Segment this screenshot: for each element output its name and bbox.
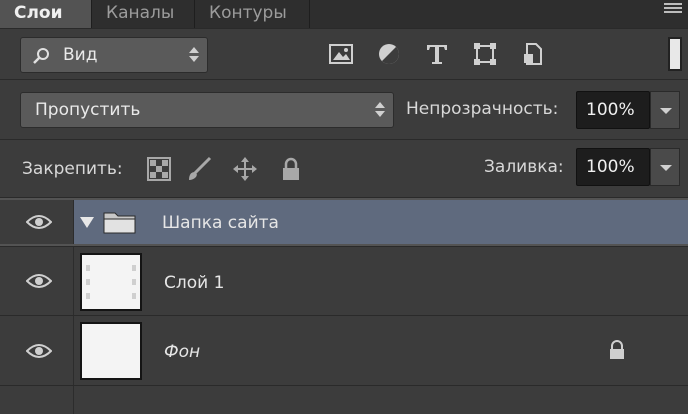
visibility-cell[interactable] bbox=[0, 247, 74, 315]
fill-input[interactable]: 100% bbox=[576, 148, 650, 186]
adjustment-filter-icon[interactable] bbox=[376, 41, 402, 67]
blend-mode-value: Пропустить bbox=[35, 100, 141, 120]
eye-icon[interactable] bbox=[26, 272, 52, 290]
layer-row-background[interactable]: Фон bbox=[0, 316, 688, 386]
panel-menu-icon[interactable] bbox=[664, 3, 682, 17]
opacity-dropdown-button[interactable] bbox=[650, 91, 680, 129]
layer-row[interactable]: Слой 1 bbox=[0, 246, 688, 316]
smart-object-filter-icon[interactable] bbox=[520, 41, 546, 67]
visibility-cell[interactable] bbox=[0, 316, 74, 385]
chevron-down-icon bbox=[660, 108, 672, 114]
image-filter-icon[interactable] bbox=[328, 41, 354, 67]
lock-icon bbox=[610, 340, 624, 359]
layer-group-body[interactable]: Шапка сайта bbox=[74, 200, 688, 244]
filter-kind-label: Вид bbox=[63, 45, 98, 65]
layer-name: Слой 1 bbox=[164, 273, 225, 293]
blend-row: Пропустить Непрозрачность: 100% bbox=[0, 80, 688, 140]
fill-dropdown-button[interactable] bbox=[650, 148, 680, 186]
tab-channels[interactable]: Каналы bbox=[92, 0, 195, 28]
visibility-cell[interactable] bbox=[0, 200, 74, 244]
shape-filter-icon[interactable] bbox=[472, 41, 498, 67]
filter-kind-select[interactable]: Вид bbox=[20, 37, 208, 73]
folder-icon bbox=[103, 212, 136, 234]
tab-paths[interactable]: Контуры bbox=[195, 0, 310, 28]
chevron-down-icon bbox=[660, 165, 672, 171]
updown-arrows-icon bbox=[375, 102, 385, 118]
layer-thumbnail bbox=[80, 322, 142, 380]
opacity-label: Непрозрачность: bbox=[406, 99, 559, 119]
expand-triangle-icon[interactable] bbox=[80, 217, 94, 229]
panel-tab-bar: Слои Каналы Контуры bbox=[0, 0, 688, 28]
eye-icon[interactable] bbox=[26, 213, 52, 231]
lock-label: Закрепить: bbox=[22, 159, 123, 179]
updown-arrows-icon bbox=[189, 47, 199, 63]
type-filter-icon[interactable] bbox=[424, 41, 450, 67]
lock-image-icon[interactable] bbox=[186, 156, 212, 182]
layer-thumbnail bbox=[80, 253, 142, 311]
lock-transparency-icon[interactable] bbox=[146, 156, 172, 182]
search-icon bbox=[33, 48, 49, 64]
layer-name: Фон bbox=[164, 342, 201, 362]
tab-layers[interactable]: Слои bbox=[0, 0, 92, 28]
layer-body[interactable]: Фон bbox=[74, 316, 688, 385]
filter-row: Вид bbox=[0, 28, 688, 80]
layers-panel: Слои Каналы Контуры Вид Пропустить Непро… bbox=[0, 0, 688, 414]
layer-name: Шапка сайта bbox=[162, 213, 279, 233]
opacity-input[interactable]: 100% bbox=[576, 91, 650, 129]
filter-toggle-switch[interactable] bbox=[668, 37, 682, 71]
layer-body[interactable]: Слой 1 bbox=[74, 247, 688, 315]
lock-position-icon[interactable] bbox=[232, 156, 258, 182]
fill-label: Заливка: bbox=[484, 157, 564, 177]
eye-icon[interactable] bbox=[26, 342, 52, 360]
layers-list-empty-area bbox=[0, 386, 688, 414]
transparency-pattern bbox=[86, 265, 136, 299]
layer-row-group[interactable]: Шапка сайта bbox=[0, 200, 688, 244]
blend-mode-select[interactable]: Пропустить bbox=[20, 92, 394, 128]
lock-row: Закрепить: Заливка: 100% bbox=[0, 140, 688, 198]
lock-all-icon[interactable] bbox=[278, 156, 304, 182]
